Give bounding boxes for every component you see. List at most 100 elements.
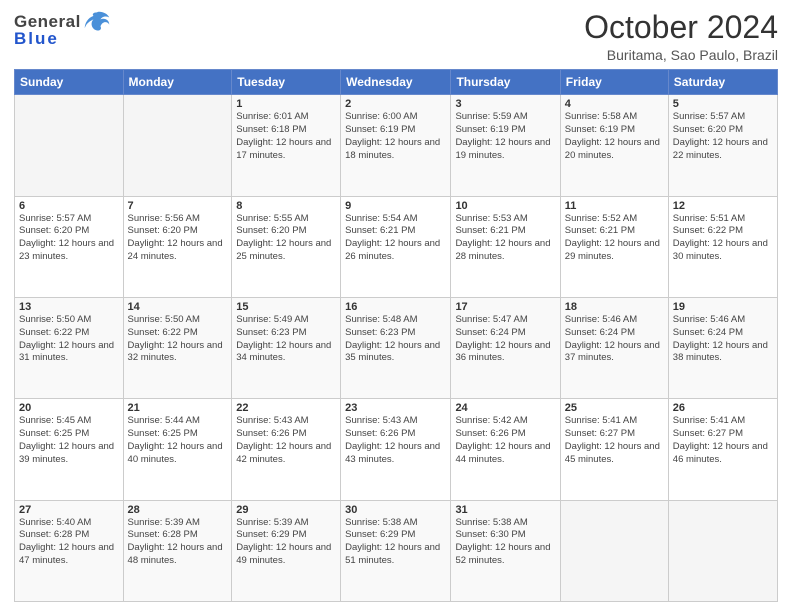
day-info: Sunrise: 5:48 AMSunset: 6:23 PMDaylight:…	[345, 314, 446, 365]
calendar-cell: 18Sunrise: 5:46 AMSunset: 6:24 PMDayligh…	[560, 297, 668, 398]
day-info: Sunrise: 5:54 AMSunset: 6:21 PMDaylight:…	[345, 213, 446, 264]
calendar-cell: 19Sunrise: 5:46 AMSunset: 6:24 PMDayligh…	[668, 297, 777, 398]
day-info: Sunrise: 5:43 AMSunset: 6:26 PMDaylight:…	[345, 415, 446, 466]
day-info: Sunrise: 5:50 AMSunset: 6:22 PMDaylight:…	[19, 314, 119, 365]
calendar: SundayMondayTuesdayWednesdayThursdayFrid…	[14, 69, 778, 602]
day-number: 17	[455, 301, 555, 313]
calendar-cell: 3Sunrise: 5:59 AMSunset: 6:19 PMDaylight…	[451, 95, 560, 196]
day-info: Sunrise: 5:53 AMSunset: 6:21 PMDaylight:…	[455, 213, 555, 264]
day-info: Sunrise: 5:49 AMSunset: 6:23 PMDaylight:…	[236, 314, 336, 365]
day-info: Sunrise: 5:41 AMSunset: 6:27 PMDaylight:…	[673, 415, 773, 466]
day-number: 3	[455, 98, 555, 110]
calendar-cell: 13Sunrise: 5:50 AMSunset: 6:22 PMDayligh…	[15, 297, 124, 398]
day-number: 28	[128, 504, 228, 516]
day-number: 12	[673, 200, 773, 212]
header-sunday: Sunday	[15, 70, 124, 95]
calendar-cell: 21Sunrise: 5:44 AMSunset: 6:25 PMDayligh…	[123, 399, 232, 500]
week-row-5: 27Sunrise: 5:40 AMSunset: 6:28 PMDayligh…	[15, 500, 778, 601]
calendar-cell: 6Sunrise: 5:57 AMSunset: 6:20 PMDaylight…	[15, 196, 124, 297]
header-wednesday: Wednesday	[341, 70, 451, 95]
day-info: Sunrise: 5:42 AMSunset: 6:26 PMDaylight:…	[455, 415, 555, 466]
day-number: 7	[128, 200, 228, 212]
calendar-cell: 4Sunrise: 5:58 AMSunset: 6:19 PMDaylight…	[560, 95, 668, 196]
day-number: 1	[236, 98, 336, 110]
day-info: Sunrise: 5:46 AMSunset: 6:24 PMDaylight:…	[673, 314, 773, 365]
day-number: 19	[673, 301, 773, 313]
day-info: Sunrise: 5:41 AMSunset: 6:27 PMDaylight:…	[565, 415, 664, 466]
day-info: Sunrise: 5:50 AMSunset: 6:22 PMDaylight:…	[128, 314, 228, 365]
page: General Blue October 2024 Buritama, Sao …	[0, 0, 792, 612]
day-number: 29	[236, 504, 336, 516]
calendar-header-row: SundayMondayTuesdayWednesdayThursdayFrid…	[15, 70, 778, 95]
header-monday: Monday	[123, 70, 232, 95]
calendar-cell: 10Sunrise: 5:53 AMSunset: 6:21 PMDayligh…	[451, 196, 560, 297]
day-info: Sunrise: 6:00 AMSunset: 6:19 PMDaylight:…	[345, 111, 446, 162]
day-info: Sunrise: 5:39 AMSunset: 6:28 PMDaylight:…	[128, 517, 228, 568]
day-number: 31	[455, 504, 555, 516]
calendar-cell: 11Sunrise: 5:52 AMSunset: 6:21 PMDayligh…	[560, 196, 668, 297]
calendar-cell: 23Sunrise: 5:43 AMSunset: 6:26 PMDayligh…	[341, 399, 451, 500]
day-number: 10	[455, 200, 555, 212]
day-info: Sunrise: 5:38 AMSunset: 6:30 PMDaylight:…	[455, 517, 555, 568]
calendar-cell: 31Sunrise: 5:38 AMSunset: 6:30 PMDayligh…	[451, 500, 560, 601]
day-number: 26	[673, 402, 773, 414]
day-number: 4	[565, 98, 664, 110]
calendar-cell: 1Sunrise: 6:01 AMSunset: 6:18 PMDaylight…	[232, 95, 341, 196]
day-number: 18	[565, 301, 664, 313]
calendar-cell: 22Sunrise: 5:43 AMSunset: 6:26 PMDayligh…	[232, 399, 341, 500]
title-block: October 2024 Buritama, Sao Paulo, Brazil	[584, 10, 778, 63]
calendar-cell	[668, 500, 777, 601]
day-info: Sunrise: 5:47 AMSunset: 6:24 PMDaylight:…	[455, 314, 555, 365]
calendar-cell: 9Sunrise: 5:54 AMSunset: 6:21 PMDaylight…	[341, 196, 451, 297]
week-row-2: 6Sunrise: 5:57 AMSunset: 6:20 PMDaylight…	[15, 196, 778, 297]
calendar-cell: 8Sunrise: 5:55 AMSunset: 6:20 PMDaylight…	[232, 196, 341, 297]
calendar-cell: 14Sunrise: 5:50 AMSunset: 6:22 PMDayligh…	[123, 297, 232, 398]
calendar-cell: 16Sunrise: 5:48 AMSunset: 6:23 PMDayligh…	[341, 297, 451, 398]
day-info: Sunrise: 5:57 AMSunset: 6:20 PMDaylight:…	[19, 213, 119, 264]
week-row-3: 13Sunrise: 5:50 AMSunset: 6:22 PMDayligh…	[15, 297, 778, 398]
logo: General Blue	[14, 10, 111, 49]
day-number: 27	[19, 504, 119, 516]
day-number: 16	[345, 301, 446, 313]
day-info: Sunrise: 5:38 AMSunset: 6:29 PMDaylight:…	[345, 517, 446, 568]
header-thursday: Thursday	[451, 70, 560, 95]
day-number: 11	[565, 200, 664, 212]
day-number: 8	[236, 200, 336, 212]
day-info: Sunrise: 5:40 AMSunset: 6:28 PMDaylight:…	[19, 517, 119, 568]
calendar-cell: 27Sunrise: 5:40 AMSunset: 6:28 PMDayligh…	[15, 500, 124, 601]
header: General Blue October 2024 Buritama, Sao …	[14, 10, 778, 63]
day-number: 20	[19, 402, 119, 414]
header-tuesday: Tuesday	[232, 70, 341, 95]
day-number: 5	[673, 98, 773, 110]
day-info: Sunrise: 5:55 AMSunset: 6:20 PMDaylight:…	[236, 213, 336, 264]
calendar-cell	[15, 95, 124, 196]
calendar-cell: 29Sunrise: 5:39 AMSunset: 6:29 PMDayligh…	[232, 500, 341, 601]
day-info: Sunrise: 5:52 AMSunset: 6:21 PMDaylight:…	[565, 213, 664, 264]
day-info: Sunrise: 5:45 AMSunset: 6:25 PMDaylight:…	[19, 415, 119, 466]
calendar-cell	[123, 95, 232, 196]
day-number: 14	[128, 301, 228, 313]
day-number: 15	[236, 301, 336, 313]
day-number: 9	[345, 200, 446, 212]
day-info: Sunrise: 5:56 AMSunset: 6:20 PMDaylight:…	[128, 213, 228, 264]
calendar-cell	[560, 500, 668, 601]
day-number: 6	[19, 200, 119, 212]
day-info: Sunrise: 5:58 AMSunset: 6:19 PMDaylight:…	[565, 111, 664, 162]
calendar-cell: 17Sunrise: 5:47 AMSunset: 6:24 PMDayligh…	[451, 297, 560, 398]
header-saturday: Saturday	[668, 70, 777, 95]
day-number: 23	[345, 402, 446, 414]
day-info: Sunrise: 5:44 AMSunset: 6:25 PMDaylight:…	[128, 415, 228, 466]
location: Buritama, Sao Paulo, Brazil	[584, 47, 778, 63]
calendar-cell: 25Sunrise: 5:41 AMSunset: 6:27 PMDayligh…	[560, 399, 668, 500]
day-info: Sunrise: 5:59 AMSunset: 6:19 PMDaylight:…	[455, 111, 555, 162]
header-friday: Friday	[560, 70, 668, 95]
month-year: October 2024	[584, 10, 778, 45]
week-row-4: 20Sunrise: 5:45 AMSunset: 6:25 PMDayligh…	[15, 399, 778, 500]
day-number: 21	[128, 402, 228, 414]
calendar-cell: 5Sunrise: 5:57 AMSunset: 6:20 PMDaylight…	[668, 95, 777, 196]
calendar-cell: 28Sunrise: 5:39 AMSunset: 6:28 PMDayligh…	[123, 500, 232, 601]
calendar-cell: 24Sunrise: 5:42 AMSunset: 6:26 PMDayligh…	[451, 399, 560, 500]
calendar-cell: 12Sunrise: 5:51 AMSunset: 6:22 PMDayligh…	[668, 196, 777, 297]
day-info: Sunrise: 5:57 AMSunset: 6:20 PMDaylight:…	[673, 111, 773, 162]
calendar-cell: 7Sunrise: 5:56 AMSunset: 6:20 PMDaylight…	[123, 196, 232, 297]
